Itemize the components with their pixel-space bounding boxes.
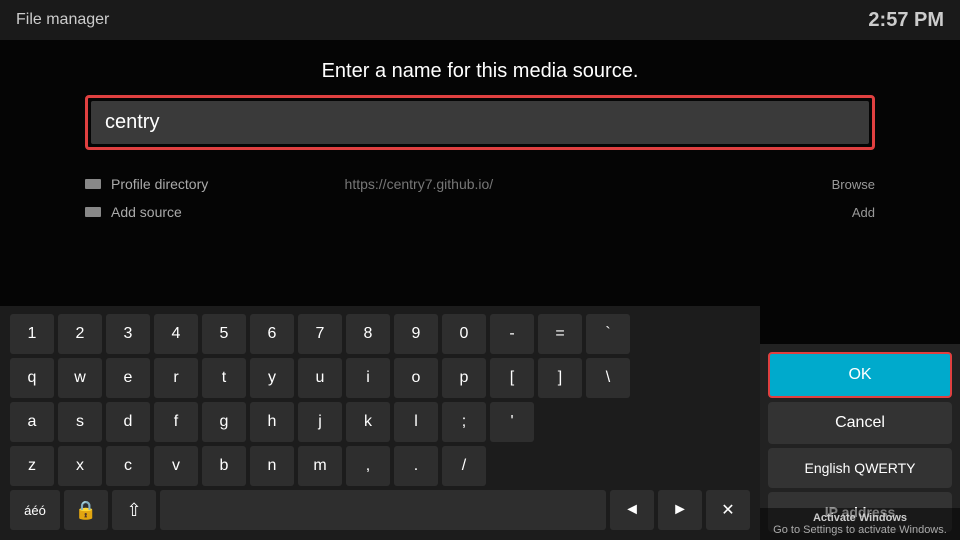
key-6[interactable]: 6: [250, 314, 294, 354]
cancel-button[interactable]: Cancel: [768, 402, 952, 444]
keyboard-row-qwerty: q w e r t y u i o p [ ] \: [10, 358, 750, 398]
key-4[interactable]: 4: [154, 314, 198, 354]
clock: 2:57 PM: [868, 9, 944, 32]
key-n[interactable]: n: [250, 446, 294, 486]
key-5[interactable]: 5: [202, 314, 246, 354]
activate-windows-subtitle: Go to Settings to activate Windows.: [768, 524, 952, 536]
key-l[interactable]: l: [394, 402, 438, 442]
key-e[interactable]: e: [106, 358, 150, 398]
activate-windows-notice: Activate Windows Go to Settings to activ…: [760, 508, 960, 540]
key-backslash[interactable]: \: [586, 358, 630, 398]
key-w[interactable]: w: [58, 358, 102, 398]
file-manager-row: Profile directory https://centry7.github…: [85, 170, 875, 198]
key-shift[interactable]: ⇧: [112, 490, 156, 530]
key-d[interactable]: d: [106, 402, 150, 442]
key-space[interactable]: [160, 490, 606, 530]
app-title: File manager: [16, 11, 109, 29]
keyboard-row-asdf: a s d f g h j k l ; ': [10, 402, 750, 442]
file-manager-rows: Profile directory https://centry7.github…: [85, 170, 875, 226]
key-b[interactable]: b: [202, 446, 246, 486]
row-icon: [85, 179, 101, 189]
key-right-arrow[interactable]: ►: [658, 490, 702, 530]
key-c[interactable]: c: [106, 446, 150, 486]
key-equals[interactable]: =: [538, 314, 582, 354]
key-semicolon[interactable]: ;: [442, 402, 486, 442]
browse-button[interactable]: Browse: [812, 177, 875, 192]
key-q[interactable]: q: [10, 358, 54, 398]
top-bar: File manager 2:57 PM: [0, 0, 960, 40]
key-x[interactable]: x: [58, 446, 102, 486]
key-g[interactable]: g: [202, 402, 246, 442]
key-comma[interactable]: ,: [346, 446, 390, 486]
key-quote[interactable]: ': [490, 402, 534, 442]
key-0[interactable]: 0: [442, 314, 486, 354]
key-7[interactable]: 7: [298, 314, 342, 354]
key-h[interactable]: h: [250, 402, 294, 442]
input-wrapper: [85, 95, 875, 150]
key-shield[interactable]: 🔒: [64, 490, 108, 530]
activate-windows-title: Activate Windows: [768, 512, 952, 524]
key-backspace[interactable]: ✕: [706, 490, 750, 530]
keyboard-row-bottom: áéó 🔒 ⇧ ◄ ► ✕: [10, 490, 750, 530]
key-i[interactable]: i: [346, 358, 390, 398]
key-8[interactable]: 8: [346, 314, 390, 354]
key-m[interactable]: m: [298, 446, 342, 486]
key-k[interactable]: k: [346, 402, 390, 442]
key-9[interactable]: 9: [394, 314, 438, 354]
right-panel: OK Cancel English QWERTY IP address Acti…: [760, 344, 960, 540]
keyboard-row-zxcv: z x c v b n m , . /: [10, 446, 750, 486]
key-z[interactable]: z: [10, 446, 54, 486]
row-url: https://centry7.github.io/: [345, 176, 812, 192]
key-slash[interactable]: /: [442, 446, 486, 486]
add-source-label: Add source: [111, 204, 351, 220]
key-v[interactable]: v: [154, 446, 198, 486]
language-button[interactable]: English QWERTY: [768, 448, 952, 488]
key-a[interactable]: a: [10, 402, 54, 442]
row-label: Profile directory: [111, 176, 345, 192]
key-2[interactable]: 2: [58, 314, 102, 354]
key-j[interactable]: j: [298, 402, 342, 442]
dialog-prompt: Enter a name for this media source.: [322, 60, 639, 83]
key-t[interactable]: t: [202, 358, 246, 398]
key-left-arrow[interactable]: ◄: [610, 490, 654, 530]
key-backtick[interactable]: `: [586, 314, 630, 354]
key-lbracket[interactable]: [: [490, 358, 534, 398]
keyboard-row-numbers: 1 2 3 4 5 6 7 8 9 0 - = `: [10, 314, 750, 354]
key-3[interactable]: 3: [106, 314, 150, 354]
key-y[interactable]: y: [250, 358, 294, 398]
key-rbracket[interactable]: ]: [538, 358, 582, 398]
key-u[interactable]: u: [298, 358, 342, 398]
ok-button[interactable]: OK: [768, 352, 952, 398]
key-s[interactable]: s: [58, 402, 102, 442]
source-name-input[interactable]: [91, 101, 869, 144]
key-r[interactable]: r: [154, 358, 198, 398]
add-button[interactable]: Add: [832, 205, 875, 220]
key-1[interactable]: 1: [10, 314, 54, 354]
row-icon-add: [85, 207, 101, 217]
file-manager-row-add: Add source Add: [85, 198, 875, 226]
key-period[interactable]: .: [394, 446, 438, 486]
key-f[interactable]: f: [154, 402, 198, 442]
key-accents[interactable]: áéó: [10, 490, 60, 530]
key-dash[interactable]: -: [490, 314, 534, 354]
keyboard: 1 2 3 4 5 6 7 8 9 0 - = ` q w e r t y u …: [0, 306, 760, 540]
key-p[interactable]: p: [442, 358, 486, 398]
key-o[interactable]: o: [394, 358, 438, 398]
